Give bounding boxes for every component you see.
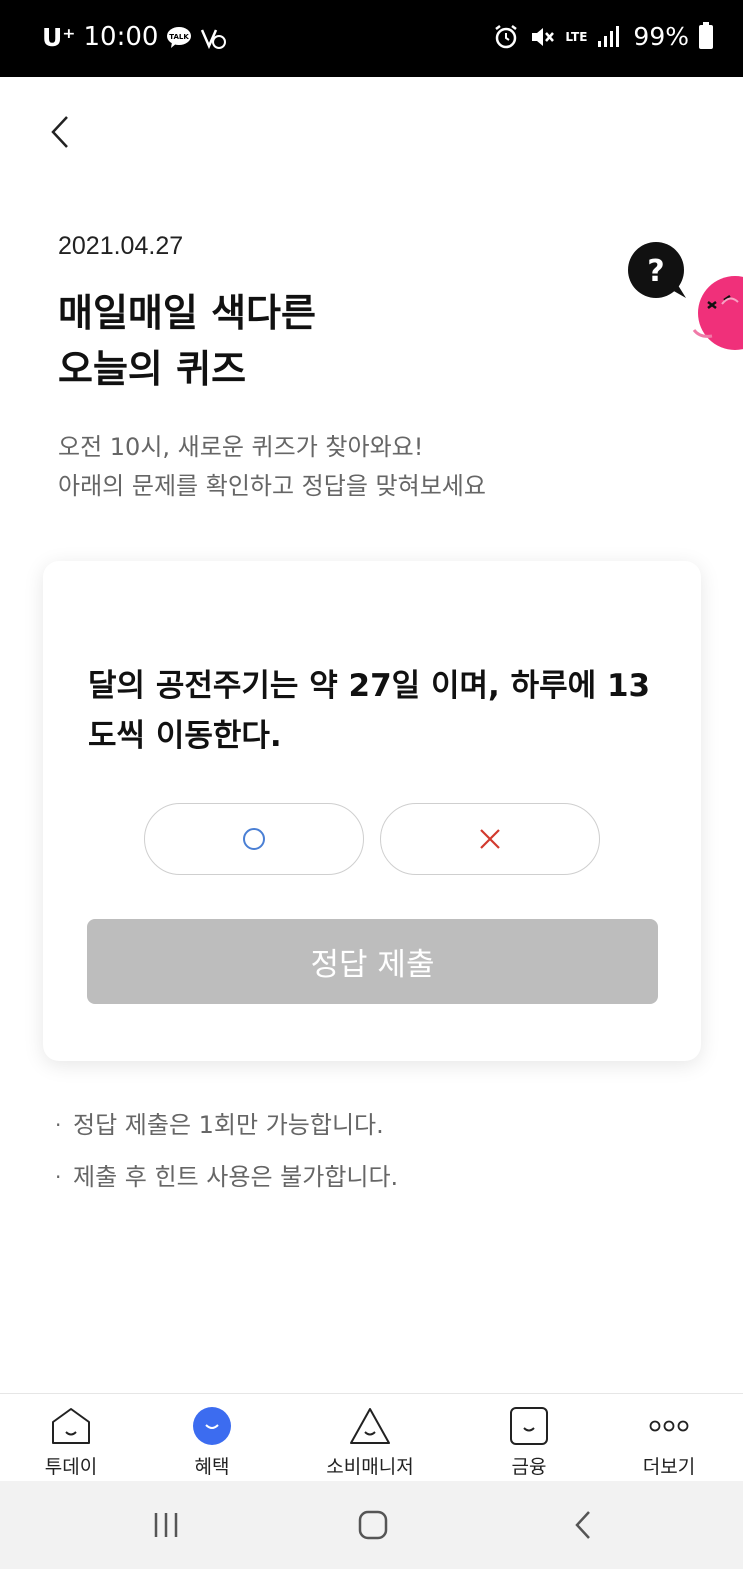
battery-icon (699, 21, 713, 49)
nav-item-spending-manager[interactable]: 소비매니저 (310, 1404, 430, 1479)
quiz-character-illustration: ? (620, 238, 743, 358)
signal-icon (597, 24, 623, 50)
subtitle-line-2: 아래의 문제를 확인하고 정답을 맞혀보세요 (58, 472, 486, 500)
home-square-icon (358, 1510, 388, 1540)
nav-label-today: 투데이 (44, 1456, 98, 1478)
pink-character-icon (692, 276, 743, 350)
battery-percent: 99% (633, 22, 689, 51)
nav-item-finance[interactable]: 금융 (469, 1404, 589, 1479)
notice-item: · 정답 제출은 1회만 가능합니다. (55, 1105, 398, 1157)
mute-icon (529, 24, 555, 50)
quiz-date: 2021.04.27 (58, 232, 184, 260)
question-bubble-icon: ? (628, 242, 686, 298)
bullet-icon: · (55, 1113, 62, 1137)
cross-x-icon (480, 829, 500, 849)
notice-list: · 정답 제출은 1회만 가능합니다. · 제출 후 힌트 사용은 불가합니다. (55, 1105, 398, 1209)
title-line-2: 오늘의 퀴즈 (58, 347, 247, 391)
quiz-card: 달의 공전주기는 약 27일 이며, 하루에 13 도씩 이동한다. 정답 제출 (43, 561, 701, 1061)
back-chevron-icon (575, 1511, 590, 1539)
nav-label-benefit: 혜택 (194, 1456, 230, 1478)
notice-text: 제출 후 힌트 사용은 불가합니다. (73, 1163, 399, 1191)
circle-o-icon (243, 828, 265, 850)
carrier-label: U⁺ (42, 22, 76, 52)
back-button[interactable] (40, 110, 80, 154)
home-face-icon (49, 1404, 93, 1448)
recent-apps-button[interactable] (146, 1505, 186, 1545)
nav-item-today[interactable]: 투데이 (11, 1404, 131, 1479)
alarm-icon (493, 24, 519, 50)
status-bar: U⁺ 10:00 TALK LTE 99% (0, 0, 743, 77)
title-line-1: 매일매일 색다른 (58, 291, 316, 335)
svg-text:?: ? (647, 254, 664, 289)
answer-o-button[interactable] (144, 803, 364, 875)
quiz-question: 달의 공전주기는 약 27일 이며, 하루에 13 도씩 이동한다. (88, 668, 651, 754)
nav-label-more: 더보기 (642, 1456, 696, 1478)
page-title: 매일매일 색다른 오늘의 퀴즈 (58, 285, 316, 397)
page-subtitle: 오전 10시, 새로운 퀴즈가 찾아와요! 아래의 문제를 확인하고 정답을 맞… (58, 428, 486, 506)
notice-item: · 제출 후 힌트 사용은 불가합니다. (55, 1157, 398, 1209)
nav-label-spending-manager: 소비매니저 (326, 1456, 414, 1478)
benefit-face-icon (190, 1404, 234, 1448)
svg-text:TALK: TALK (170, 33, 190, 41)
home-button[interactable] (353, 1505, 393, 1545)
clock: 10:00 (83, 22, 159, 52)
network-label: LTE (565, 29, 588, 44)
nav-label-finance: 금융 (511, 1456, 547, 1478)
recent-apps-icon (154, 1513, 178, 1537)
nav-item-benefit[interactable]: 혜택 (152, 1404, 272, 1479)
answer-x-button[interactable] (380, 803, 600, 875)
bullet-icon: · (55, 1165, 62, 1189)
system-back-button[interactable] (563, 1505, 603, 1545)
triangle-face-icon (348, 1404, 392, 1448)
subtitle-line-1: 오전 10시, 새로운 퀴즈가 찾아와요! (58, 433, 424, 461)
more-dots-icon (647, 1404, 691, 1448)
nav-item-more[interactable]: 더보기 (609, 1404, 729, 1479)
vpn-key-icon (200, 24, 227, 50)
square-face-icon (507, 1404, 551, 1448)
kakaotalk-icon: TALK (166, 24, 192, 50)
notice-text: 정답 제출은 1회만 가능합니다. (73, 1111, 384, 1139)
chevron-left-icon (51, 116, 68, 148)
submit-answer-button[interactable]: 정답 제출 (87, 919, 658, 1004)
bottom-navigation: 투데이 혜택 소비매니저 금융 더보기 (0, 1393, 743, 1481)
system-navigation-bar (0, 1481, 743, 1569)
